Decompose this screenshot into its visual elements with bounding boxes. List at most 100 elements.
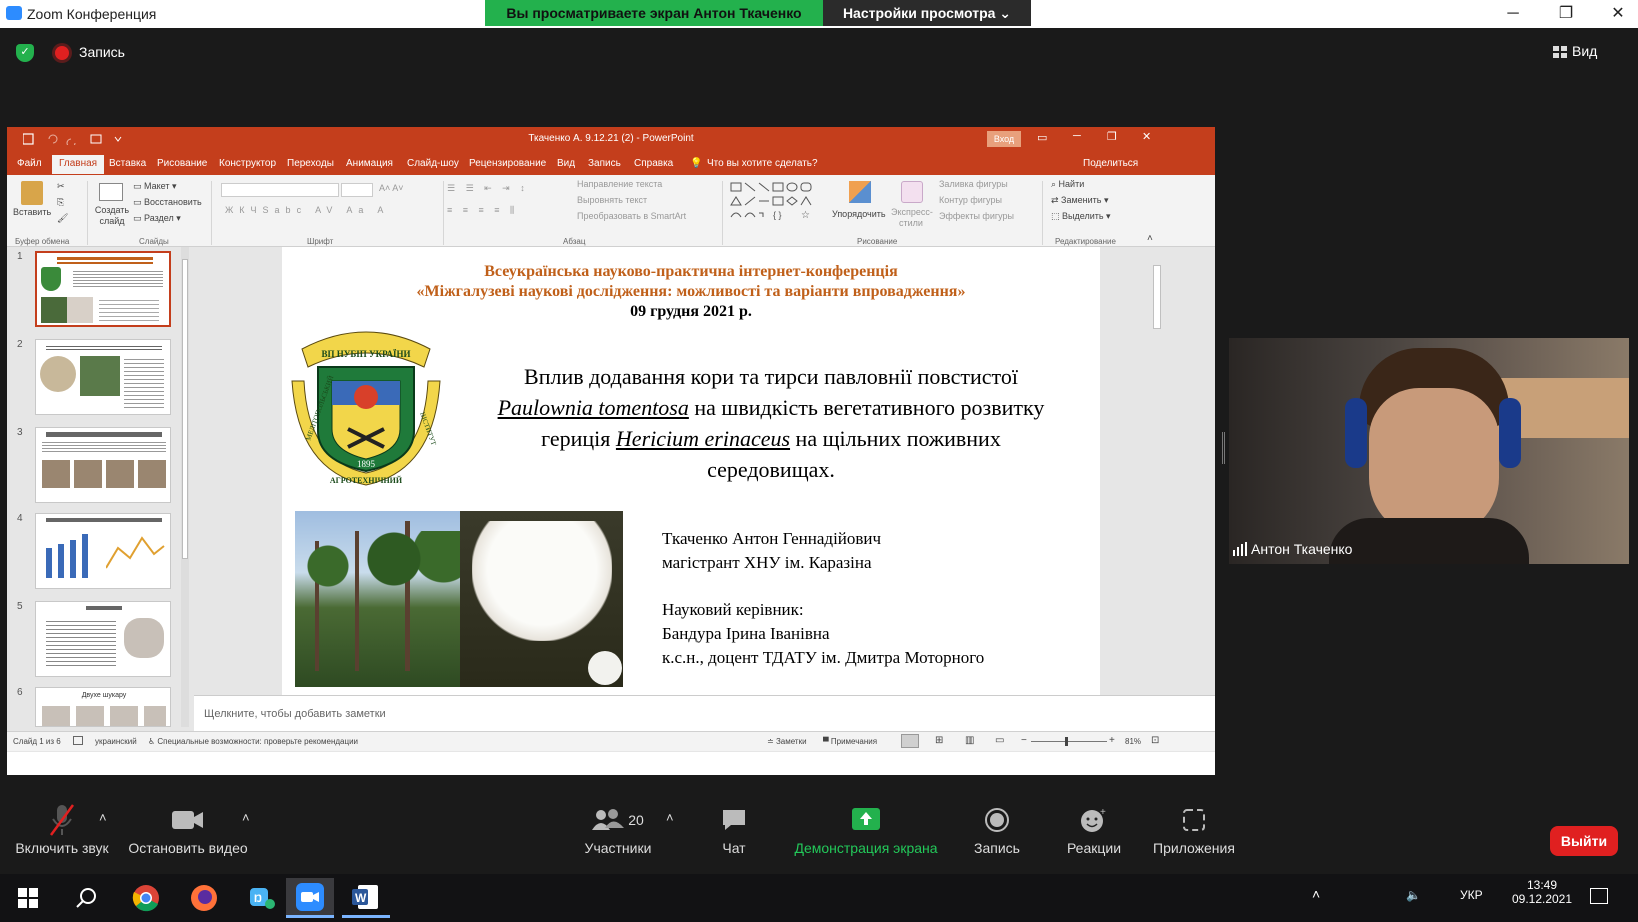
- select-button[interactable]: ⬚ Выделить ▾: [1051, 211, 1111, 222]
- cut-icon[interactable]: ✂: [57, 181, 65, 192]
- encryption-shield-icon[interactable]: ✓: [16, 44, 34, 62]
- quick-styles-icon[interactable]: [901, 181, 923, 203]
- tray-chevron-icon[interactable]: ˄: [1312, 886, 1320, 902]
- language-indicator[interactable]: украинский: [95, 737, 137, 746]
- copy-icon[interactable]: ⎘: [57, 197, 64, 208]
- layout-button[interactable]: ▭ Макет ▾: [133, 181, 177, 192]
- stop-video-button[interactable]: Остановить видео: [126, 800, 250, 856]
- normal-view-icon[interactable]: [901, 734, 919, 748]
- close-button[interactable]: ✕: [1598, 2, 1638, 26]
- slide-thumbnail-2[interactable]: [35, 339, 171, 415]
- leave-button[interactable]: Выйти: [1550, 826, 1618, 856]
- notes-toggle[interactable]: ≐ Заметки: [767, 737, 807, 746]
- participants-chevron-icon[interactable]: ˄: [666, 810, 674, 825]
- increase-font-icon[interactable]: A˄ A˅: [379, 183, 404, 193]
- slide-thumbnail-1[interactable]: [35, 251, 171, 327]
- notes-pane[interactable]: Щелкните, чтобы добавить заметки: [194, 695, 1215, 731]
- zoom-slider[interactable]: [1031, 737, 1107, 746]
- tab-draw[interactable]: Рисование: [157, 158, 207, 169]
- accessibility-status[interactable]: ♿ Специальные возможности: проверьте рек…: [148, 737, 358, 746]
- notifications-icon[interactable]: [1590, 888, 1608, 904]
- align-text-button[interactable]: Выровнять текст: [577, 195, 647, 205]
- slide-scrollbar[interactable]: [1152, 253, 1162, 693]
- audio-options-chevron-icon[interactable]: ˄: [99, 810, 107, 825]
- replace-button[interactable]: ⇄ Заменить ▾: [1051, 195, 1109, 206]
- arrange-button[interactable]: Упорядочить: [832, 209, 886, 219]
- zoom-taskbar-icon[interactable]: [286, 878, 334, 918]
- reactions-button[interactable]: + Реакции: [1056, 800, 1132, 856]
- slide-thumbnail-4[interactable]: [35, 513, 171, 589]
- font-name-field[interactable]: [221, 183, 339, 197]
- zoom-level[interactable]: 81%: [1125, 737, 1141, 746]
- new-slide-button[interactable]: Создать слайд: [93, 205, 131, 227]
- tab-insert[interactable]: Вставка: [109, 158, 146, 169]
- collapse-ribbon-icon[interactable]: ˄: [1147, 233, 1153, 244]
- ppt-close-button[interactable]: ✕: [1142, 130, 1151, 143]
- spellcheck-icon[interactable]: [73, 736, 83, 745]
- input-language[interactable]: УКР: [1460, 888, 1483, 902]
- fit-slide-icon[interactable]: ⊡: [1151, 735, 1159, 746]
- quick-styles-button[interactable]: Экспресс-стили: [891, 207, 933, 229]
- chrome-icon[interactable]: [122, 878, 170, 918]
- clock[interactable]: 13:49 09.12.2021: [1504, 878, 1580, 906]
- windows-start-icon[interactable]: [4, 878, 52, 918]
- text-direction-button[interactable]: Направление текста: [577, 179, 662, 189]
- ppt-minimize-button[interactable]: ─: [1073, 130, 1081, 142]
- unmute-button[interactable]: Включить звук: [10, 800, 114, 856]
- tab-view[interactable]: Вид: [557, 158, 575, 169]
- signin-button[interactable]: Вход: [987, 131, 1021, 147]
- view-button[interactable]: Вид: [1572, 43, 1597, 59]
- tell-me-search[interactable]: Что вы хотите сделать?: [707, 158, 818, 169]
- reset-button[interactable]: ▭ Восстановить: [133, 197, 202, 208]
- find-button[interactable]: ⌕ Найти: [1051, 179, 1084, 190]
- apps-button[interactable]: Приложения: [1146, 800, 1242, 856]
- paste-button[interactable]: Вставить: [13, 207, 51, 217]
- ppt-maximize-button[interactable]: ❐: [1107, 130, 1117, 143]
- font-size-field[interactable]: [341, 183, 373, 197]
- zoom-out-icon[interactable]: −: [1021, 735, 1027, 746]
- tab-animations[interactable]: Анимация: [346, 158, 393, 169]
- tab-slideshow[interactable]: Слайд-шоу: [407, 158, 459, 169]
- record-button[interactable]: Запись: [965, 800, 1029, 856]
- list-buttons[interactable]: ☰ ☰ ⇤ ⇥ ↕: [447, 183, 529, 194]
- participant-video[interactable]: Антон Ткаченко: [1229, 338, 1629, 564]
- minimize-button[interactable]: ─: [1493, 2, 1533, 26]
- zoom-in-icon[interactable]: +: [1109, 735, 1115, 746]
- slideshow-view-icon[interactable]: ▭: [995, 735, 1004, 746]
- tab-review[interactable]: Рецензирование: [469, 158, 546, 169]
- format-painter-icon[interactable]: 🖌: [57, 213, 68, 224]
- reading-view-icon[interactable]: ▥: [965, 735, 974, 746]
- shape-effects-button[interactable]: Эффекты фигуры: [939, 211, 1014, 221]
- tab-design[interactable]: Конструктор: [219, 158, 276, 169]
- font-format-buttons[interactable]: ЖКЧSabc AV Aa A: [225, 205, 389, 215]
- current-slide[interactable]: Всеукраїнська науково-практична інтернет…: [282, 247, 1100, 705]
- sorter-view-icon[interactable]: ⊞: [935, 735, 943, 746]
- teams-icon[interactable]: Ŋ: [238, 878, 286, 918]
- tab-home[interactable]: Главная: [52, 155, 105, 174]
- section-button[interactable]: ▭ Раздел ▾: [133, 213, 181, 224]
- search-icon[interactable]: [62, 878, 110, 918]
- new-slide-icon[interactable]: [99, 183, 123, 201]
- comments-toggle[interactable]: ▀ Примечания: [823, 737, 877, 746]
- word-taskbar-icon[interactable]: W: [342, 878, 390, 918]
- recording-label[interactable]: Запись: [79, 44, 125, 60]
- grid-view-icon[interactable]: [1553, 45, 1567, 58]
- share-button[interactable]: Поделиться: [1083, 158, 1138, 169]
- tab-file[interactable]: Файл: [17, 158, 42, 169]
- view-options-button[interactable]: Настройки просмотра ⌄: [823, 0, 1031, 26]
- slide-thumbnail-5[interactable]: [35, 601, 171, 677]
- arrange-icon[interactable]: [849, 181, 871, 203]
- firefox-icon[interactable]: [180, 878, 228, 918]
- maximize-button[interactable]: ❐: [1546, 2, 1586, 26]
- tab-record[interactable]: Запись: [588, 158, 621, 169]
- volume-icon[interactable]: 🔈: [1406, 888, 1421, 902]
- smartart-button[interactable]: Преобразовать в SmartArt: [577, 211, 686, 221]
- tab-help[interactable]: Справка: [634, 158, 673, 169]
- shape-fill-button[interactable]: Заливка фигуры: [939, 179, 1008, 189]
- participants-button[interactable]: 20 Участники: [568, 800, 668, 856]
- shape-outline-button[interactable]: Контур фигуры: [939, 195, 1002, 205]
- video-options-chevron-icon[interactable]: ˄: [242, 810, 250, 825]
- chat-button[interactable]: Чат: [704, 800, 764, 856]
- tab-transitions[interactable]: Переходы: [287, 158, 334, 169]
- thumbs-scrollbar[interactable]: [181, 247, 189, 727]
